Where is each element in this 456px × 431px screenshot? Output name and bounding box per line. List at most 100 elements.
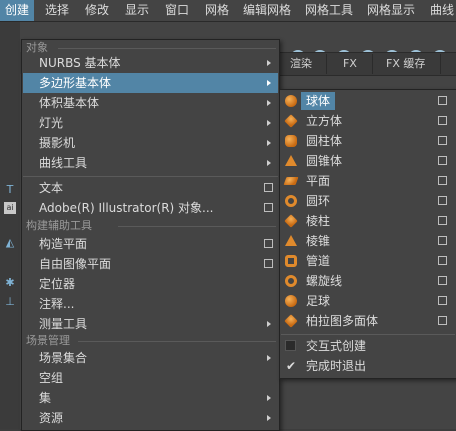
submenu-arrow-icon — [267, 60, 271, 66]
menu-windows[interactable]: 窗口 — [160, 0, 194, 21]
submenu-item-cone[interactable]: 圆锥体 — [281, 151, 455, 171]
submenu-item-label: 螺旋线 — [306, 274, 343, 288]
option-box-icon[interactable] — [438, 196, 447, 205]
option-box-icon[interactable] — [438, 256, 447, 265]
measure-icon[interactable]: ⊥ — [4, 296, 16, 308]
submenu-item-prism[interactable]: 棱柱 — [281, 211, 455, 231]
toggle-exit-on-completion[interactable]: ✔ 完成时退出 — [281, 356, 455, 376]
menu-separator — [23, 176, 278, 177]
option-box-icon[interactable] — [438, 276, 447, 285]
menu-item-curve-tools[interactable]: 曲线工具 — [23, 153, 278, 173]
option-box-icon[interactable] — [264, 259, 273, 268]
tab-divider — [372, 54, 373, 74]
helix-icon — [285, 275, 297, 287]
submenu-item-sphere[interactable]: 球体 — [281, 91, 455, 111]
submenu-item-label: 圆环 — [306, 194, 331, 208]
option-box-icon[interactable] — [438, 216, 447, 225]
menu-mesh-tools[interactable]: 网格工具 — [300, 0, 358, 21]
menu-curves[interactable]: 曲线 — [425, 0, 456, 21]
text-tool-icon[interactable]: T — [4, 184, 16, 196]
submenu-item-cylinder[interactable]: 圆柱体 — [281, 131, 455, 151]
menu-item-assets[interactable]: 资源 — [23, 408, 278, 428]
submenu-item-plane[interactable]: 平面 — [281, 171, 455, 191]
menu-select[interactable]: 选择 — [40, 0, 74, 21]
menu-item-scene-assembly[interactable]: 场景集合 — [23, 348, 278, 368]
menu-item-label: 定位器 — [39, 277, 76, 291]
menu-item-measure-tools[interactable]: 测量工具 — [23, 314, 278, 334]
menu-item-volume-primitives[interactable]: 体积基本体 — [23, 93, 278, 113]
menu-item-label: 曲线工具 — [39, 156, 88, 170]
shelf-tab-fx[interactable]: FX — [343, 56, 357, 72]
tab-divider — [440, 54, 441, 74]
menu-item-construction-plane[interactable]: 构造平面 — [23, 234, 278, 254]
menu-item-sets[interactable]: 集 — [23, 388, 278, 408]
section-construction-aids: 构建辅助工具 — [26, 219, 92, 232]
submenu-item-platonic-solid[interactable]: 柏拉图多面体 — [281, 311, 455, 331]
menu-separator — [281, 334, 455, 335]
menu-item-label: 集 — [39, 391, 52, 405]
construction-plane-icon[interactable]: ◭ — [4, 237, 16, 249]
menu-edit-mesh[interactable]: 编辑网格 — [238, 0, 296, 21]
menu-create[interactable]: 创建 — [0, 0, 35, 21]
cube-icon — [284, 114, 298, 128]
menu-item-lights[interactable]: 灯光 — [23, 113, 278, 133]
plane-icon — [283, 177, 299, 185]
submenu-arrow-icon — [267, 80, 271, 86]
option-box-icon[interactable] — [438, 116, 447, 125]
toggle-label: 交互式创建 — [306, 339, 367, 353]
menu-item-polygon-primitives[interactable]: 多边形基本体 — [23, 73, 278, 93]
option-box-icon[interactable] — [438, 316, 447, 325]
submenu-item-label: 平面 — [306, 174, 331, 188]
menu-item-label: 文本 — [39, 181, 64, 195]
submenu-arrow-icon — [267, 321, 271, 327]
option-box-icon[interactable] — [438, 96, 447, 105]
submenu-item-pyramid[interactable]: 棱锥 — [281, 231, 455, 251]
platonic-solid-icon — [284, 314, 298, 328]
submenu-item-label: 棱柱 — [306, 214, 331, 228]
menu-mesh[interactable]: 网格 — [200, 0, 234, 21]
submenu-arrow-icon — [267, 160, 271, 166]
option-box-icon[interactable] — [438, 156, 447, 165]
menu-item-empty-group[interactable]: 空组 — [23, 368, 278, 388]
option-box-icon[interactable] — [438, 296, 447, 305]
menu-item-nurbs-primitives[interactable]: NURBS 基本体 — [23, 53, 278, 73]
submenu-item-torus[interactable]: 圆环 — [281, 191, 455, 211]
submenu-arrow-icon — [267, 100, 271, 106]
menu-display[interactable]: 显示 — [120, 0, 154, 21]
menu-item-label: 构造平面 — [39, 237, 88, 251]
unchecked-box-icon — [285, 340, 296, 351]
option-box-icon[interactable] — [438, 236, 447, 245]
submenu-item-pipe[interactable]: 管道 — [281, 251, 455, 271]
option-box-icon[interactable] — [264, 203, 273, 212]
menu-item-label: 体积基本体 — [39, 96, 100, 110]
submenu-item-label: 足球 — [306, 294, 331, 308]
option-box-icon[interactable] — [438, 136, 447, 145]
submenu-item-cube[interactable]: 立方体 — [281, 111, 455, 131]
illustrator-icon[interactable]: ai — [4, 202, 16, 214]
menu-item-label: 资源 — [39, 411, 64, 425]
shelf-tab-fx-cache[interactable]: FX 缓存 — [386, 56, 425, 72]
submenu-item-soccer-ball[interactable]: 足球 — [281, 291, 455, 311]
menu-item-label: NURBS 基本体 — [39, 56, 121, 70]
torus-icon — [285, 195, 297, 207]
menu-item-locator[interactable]: 定位器 — [23, 274, 278, 294]
menu-item-text[interactable]: 文本 — [23, 178, 278, 198]
menu-item-illustrator-object[interactable]: Adobe(R) Illustrator(R) 对象... — [23, 198, 278, 218]
menu-item-cameras[interactable]: 摄影机 — [23, 133, 278, 153]
locator-icon[interactable]: ✱ — [4, 277, 16, 289]
shelf-tab-render[interactable]: 渲染 — [290, 56, 312, 72]
option-box-icon[interactable] — [438, 176, 447, 185]
submenu-item-helix[interactable]: 螺旋线 — [281, 271, 455, 291]
menu-item-annotation[interactable]: 注释... — [23, 294, 278, 314]
section-divider — [118, 226, 276, 227]
menu-item-label: 多边形基本体 — [39, 76, 112, 90]
option-box-icon[interactable] — [264, 239, 273, 248]
menu-modify[interactable]: 修改 — [80, 0, 114, 21]
polygon-primitives-submenu: 球体 立方体 圆柱体 圆锥体 平面 圆环 棱柱 棱锥 管道 螺旋线 足球 柏拉图… — [279, 89, 456, 379]
menu-item-free-image-plane[interactable]: 自由图像平面 — [23, 254, 278, 274]
toggle-interactive-creation[interactable]: 交互式创建 — [281, 336, 455, 356]
menu-mesh-display[interactable]: 网格显示 — [362, 0, 420, 21]
option-box-icon[interactable] — [264, 183, 273, 192]
pipe-icon — [285, 255, 297, 267]
submenu-arrow-icon — [267, 355, 271, 361]
